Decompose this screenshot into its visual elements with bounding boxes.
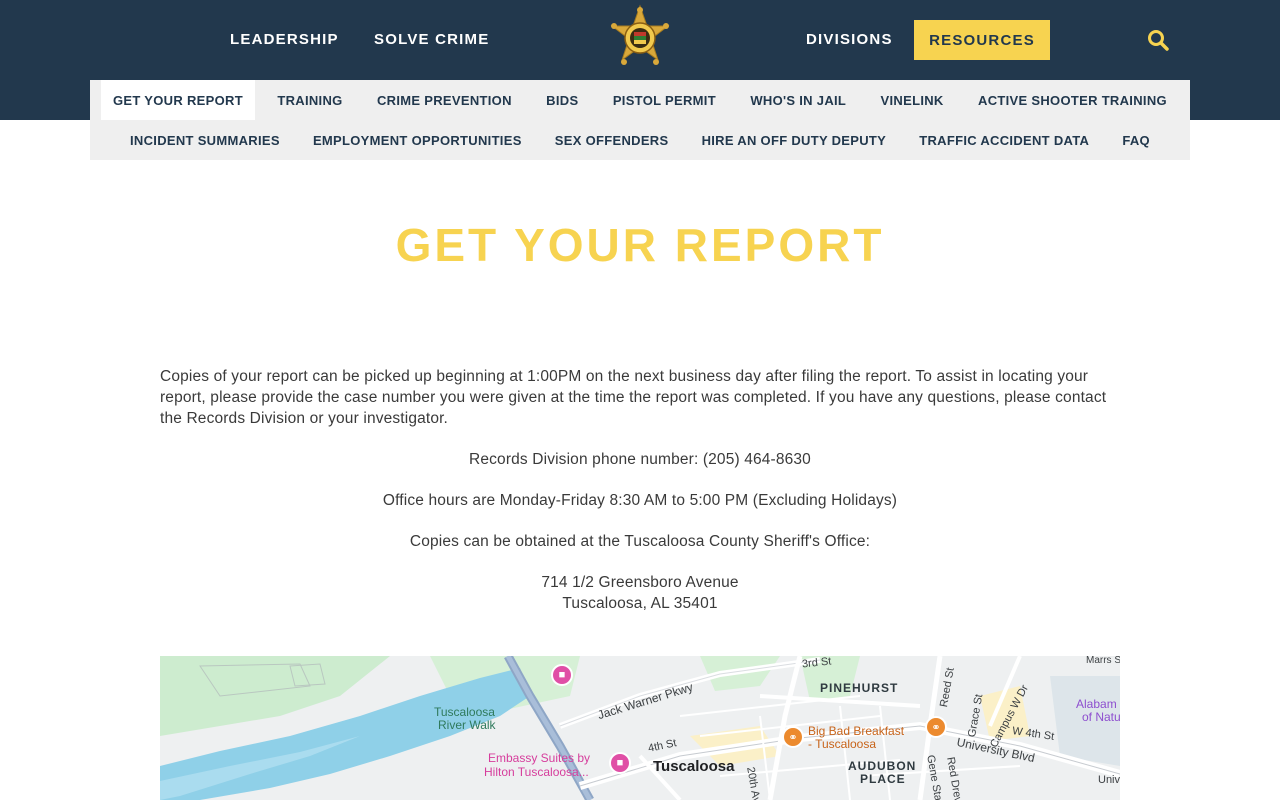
- embedded-map[interactable]: 3rd St PINEHURST Tuscaloosa River Walk J…: [160, 656, 1120, 800]
- subnav-pistol-permit[interactable]: PISTOL PERMIT: [601, 80, 728, 120]
- map-label-univ: Univ: [1098, 774, 1120, 786]
- subnav-sex-offenders[interactable]: SEX OFFENDERS: [543, 120, 681, 160]
- subnav-get-your-report[interactable]: GET YOUR REPORT: [101, 80, 255, 120]
- address-street: 714 1/2 Greensboro Avenue: [541, 574, 739, 591]
- hotel-pin-icon[interactable]: ■: [551, 664, 573, 686]
- intro-paragraph: Copies of your report can be picked up b…: [160, 368, 1107, 427]
- nav-resources[interactable]: RESOURCES: [914, 20, 1050, 60]
- map-label-city: Tuscaloosa: [653, 758, 735, 775]
- records-phone-line: Records Division phone number: (205) 464…: [469, 451, 811, 468]
- subnav-traffic-accident-data[interactable]: TRAFFIC ACCIDENT DATA: [907, 120, 1101, 160]
- sheriff-badge-logo[interactable]: [608, 4, 672, 76]
- subnav-employment-opportunities[interactable]: EMPLOYMENT OPPORTUNITIES: [301, 120, 534, 160]
- nav-solve-crime[interactable]: SOLVE CRIME: [374, 31, 489, 48]
- map-label-alabama-2: of Natu: [1082, 710, 1120, 724]
- map-label-big-bad-2: - Tuscaloosa: [808, 737, 877, 751]
- hotel-pin-icon[interactable]: ■: [609, 752, 631, 774]
- page-title: GET YOUR REPORT: [395, 219, 885, 271]
- subnav-crime-prevention[interactable]: CRIME PREVENTION: [365, 80, 524, 120]
- subnav-whos-in-jail[interactable]: WHO'S IN JAIL: [738, 80, 858, 120]
- nav-leadership[interactable]: LEADERSHIP: [230, 31, 339, 48]
- subnav-bids[interactable]: BIDS: [534, 80, 590, 120]
- map-label-pinehurst: PINEHURST: [820, 681, 899, 695]
- map-label-embassy-1: Embassy Suites by: [488, 751, 591, 765]
- search-icon[interactable]: [1146, 28, 1170, 52]
- map-label-audubon-2: PLACE: [860, 772, 906, 786]
- subnav-training[interactable]: TRAINING: [265, 80, 354, 120]
- map-label-marrs: Marrs S: [1086, 656, 1120, 666]
- subnav-incident-summaries[interactable]: INCIDENT SUMMARIES: [118, 120, 292, 160]
- subnav-faq[interactable]: FAQ: [1110, 120, 1162, 160]
- subnav-row-2: INCIDENT SUMMARIES EMPLOYMENT OPPORTUNIT…: [90, 120, 1190, 160]
- copies-location-line: Copies can be obtained at the Tuscaloosa…: [409, 533, 871, 550]
- map-label-embassy-2: Hilton Tuscaloosa...: [484, 765, 589, 779]
- subnav-vinelink[interactable]: VINELINK: [869, 80, 956, 120]
- office-hours-line: Office hours are Monday-Friday 8:30 AM t…: [382, 492, 898, 509]
- restaurant-pin-icon[interactable]: ⚭: [925, 716, 947, 738]
- subnav-row-1: GET YOUR REPORT TRAINING CRIME PREVENTIO…: [90, 80, 1190, 120]
- subnav-hire-off-duty-deputy[interactable]: HIRE AN OFF DUTY DEPUTY: [690, 120, 899, 160]
- restaurant-pin-icon[interactable]: ⚭: [782, 726, 804, 748]
- address-city: Tuscaloosa, AL 35401: [562, 595, 718, 612]
- map-label-river-walk-2: River Walk: [438, 718, 496, 732]
- resources-subnav: GET YOUR REPORT TRAINING CRIME PREVENTIO…: [90, 80, 1190, 160]
- nav-divisions[interactable]: DIVISIONS: [806, 31, 893, 48]
- subnav-active-shooter-training[interactable]: ACTIVE SHOOTER TRAINING: [966, 80, 1179, 120]
